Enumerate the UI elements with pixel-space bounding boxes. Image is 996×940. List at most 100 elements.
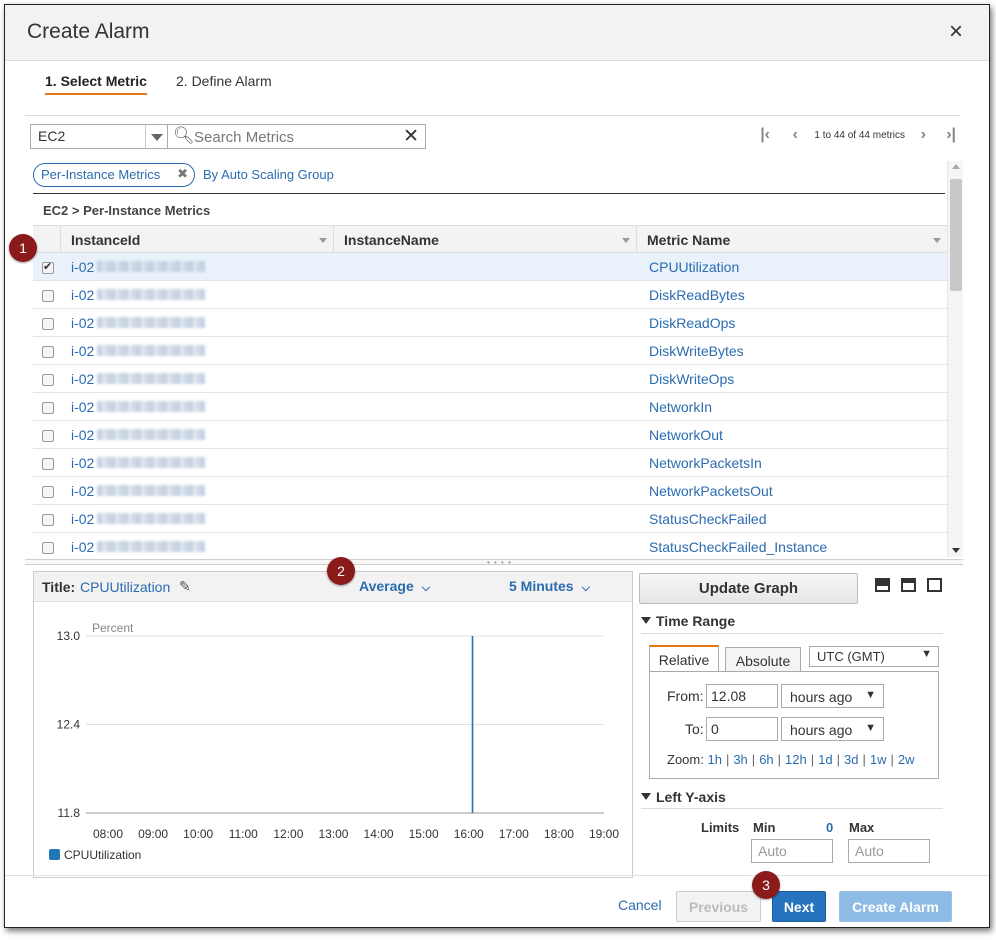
step-select-metric[interactable]: 1. Select Metric (45, 73, 147, 95)
clear-icon[interactable]: ✕ (403, 125, 419, 148)
sort-caret-icon[interactable] (622, 238, 630, 243)
layout-large-icon[interactable] (927, 578, 942, 592)
table-row[interactable]: i-02 NetworkOut (33, 421, 947, 449)
zoom-separator: | (836, 752, 840, 767)
metric-name-link[interactable]: StatusCheckFailed (649, 511, 767, 527)
metric-name-link[interactable]: DiskReadOps (649, 315, 735, 331)
row-checkbox[interactable] (42, 402, 54, 414)
column-header-instanceid[interactable]: InstanceId (61, 226, 334, 253)
table-row[interactable]: i-02 CPUUtilization (33, 253, 947, 281)
previous-button[interactable]: Previous (676, 891, 761, 922)
pencil-icon[interactable]: ✎ (179, 578, 191, 595)
y-min-field[interactable] (751, 839, 833, 863)
resize-splitter[interactable]: • • • • (25, 559, 963, 567)
metric-name-link[interactable]: CPUUtilization (649, 259, 739, 275)
namespace-select[interactable]: EC2 (30, 124, 168, 149)
metric-name-link[interactable]: DiskWriteBytes (649, 343, 744, 359)
row-checkbox[interactable] (42, 458, 54, 470)
metric-name-link[interactable]: StatusCheckFailed_Instance (649, 539, 827, 555)
table-row[interactable]: i-02 StatusCheckFailed (33, 505, 947, 533)
x-tick-label: 12:00 (273, 827, 303, 841)
y-max-field[interactable] (848, 839, 930, 863)
create-alarm-button[interactable]: Create Alarm (839, 891, 952, 922)
tab-absolute[interactable]: Absolute (725, 647, 801, 671)
zoom-option[interactable]: 12h (785, 752, 807, 767)
tab-relative[interactable]: Relative (649, 645, 719, 671)
row-checkbox[interactable] (42, 374, 54, 386)
table-row[interactable]: i-02 NetworkIn (33, 393, 947, 421)
table-scrollbar[interactable] (947, 161, 963, 557)
column-header-metric-name[interactable]: Metric Name (637, 226, 947, 253)
zoom-option[interactable]: 6h (759, 752, 773, 767)
metric-name-link[interactable]: NetworkPacketsIn (649, 455, 762, 471)
column-header-instancename[interactable]: InstanceName (334, 226, 637, 253)
zoom-option[interactable]: 3h (733, 752, 747, 767)
instance-id: i-02 (71, 539, 95, 555)
row-checkbox[interactable] (42, 346, 54, 358)
step-define-alarm[interactable]: 2. Define Alarm (176, 73, 272, 89)
update-graph-button[interactable]: Update Graph (639, 573, 858, 604)
row-checkbox[interactable] (42, 542, 54, 554)
step-marker-1: 1 (9, 234, 37, 262)
remove-filter-icon[interactable]: ✖ (177, 166, 188, 182)
table-row[interactable]: i-02 NetworkPacketsOut (33, 477, 947, 505)
zoom-separator: | (777, 752, 782, 767)
table-row[interactable]: i-02 DiskWriteBytes (33, 337, 947, 365)
x-tick-label: 09:00 (138, 827, 168, 841)
layout-medium-icon[interactable] (901, 578, 916, 592)
sort-caret-icon[interactable] (319, 238, 327, 243)
table-row[interactable]: i-02 DiskReadOps (33, 309, 947, 337)
table-row[interactable]: i-02 NetworkPacketsIn (33, 449, 947, 477)
metric-name-link[interactable]: NetworkIn (649, 399, 712, 415)
from-unit-select[interactable]: hours ago ▼ (781, 684, 884, 708)
close-icon[interactable]: × (949, 18, 963, 46)
chevron-down-icon[interactable] (145, 125, 167, 148)
cancel-link[interactable]: Cancel (618, 897, 662, 913)
table-row[interactable]: i-02 StatusCheckFailed_Instance (33, 533, 947, 561)
timezone-select[interactable]: UTC (GMT) ▼ (809, 646, 939, 667)
graph-title-value[interactable]: CPUUtilization (80, 579, 170, 595)
layout-small-icon[interactable] (875, 578, 890, 592)
column-label: InstanceId (71, 232, 141, 248)
to-unit-select[interactable]: hours ago ▼ (781, 717, 884, 741)
from-field[interactable] (706, 684, 778, 708)
metric-name-link[interactable]: NetworkPacketsOut (649, 483, 773, 499)
prev-page-icon[interactable]: ‹ (793, 126, 798, 144)
row-checkbox[interactable] (42, 318, 54, 330)
scroll-thumb[interactable] (950, 179, 962, 291)
next-page-icon[interactable]: › (921, 126, 926, 144)
zoom-option[interactable]: 1h (707, 752, 721, 767)
zoom-option[interactable]: 2w (898, 752, 915, 767)
table-row[interactable]: i-02 DiskReadBytes (33, 281, 947, 309)
caret-down-icon: ▼ (865, 722, 876, 734)
caret-down-icon: ▼ (921, 648, 932, 660)
row-checkbox[interactable] (42, 430, 54, 442)
filter-chip-per-instance[interactable]: Per-Instance Metrics ✖ (33, 163, 195, 187)
grip-icon[interactable]: • • • • (487, 559, 512, 567)
metric-name-link[interactable]: DiskWriteOps (649, 371, 734, 387)
statistic-dropdown[interactable]: Average ⌵ (359, 578, 430, 595)
filter-link-auto-scaling[interactable]: By Auto Scaling Group (203, 167, 334, 182)
metric-name-link[interactable]: DiskReadBytes (649, 287, 745, 303)
zoom-option[interactable]: 1d (818, 752, 832, 767)
to-field[interactable] (706, 717, 778, 741)
row-checkbox[interactable] (42, 486, 54, 498)
period-dropdown[interactable]: 5 Minutes ⌵ (509, 578, 590, 595)
table-row[interactable]: i-02 DiskWriteOps (33, 365, 947, 393)
last-page-icon[interactable]: ›| (946, 126, 956, 144)
search-input[interactable] (192, 127, 392, 147)
row-checkbox[interactable] (42, 514, 54, 526)
first-page-icon[interactable]: |‹ (760, 126, 770, 144)
metric-name-link[interactable]: NetworkOut (649, 427, 723, 443)
zoom-option[interactable]: 1w (870, 752, 887, 767)
from-label: From: (667, 688, 704, 704)
scroll-down-icon[interactable] (952, 548, 960, 553)
sort-caret-icon[interactable] (933, 238, 941, 243)
zoom-option[interactable]: 3d (844, 752, 858, 767)
row-checkbox[interactable] (42, 290, 54, 302)
scroll-up-icon[interactable] (952, 164, 960, 169)
next-button[interactable]: Next (772, 891, 826, 922)
row-checkbox[interactable] (42, 260, 54, 274)
left-y-axis-toggle[interactable]: Left Y-axis (641, 789, 726, 805)
time-range-toggle[interactable]: Time Range (641, 613, 735, 629)
